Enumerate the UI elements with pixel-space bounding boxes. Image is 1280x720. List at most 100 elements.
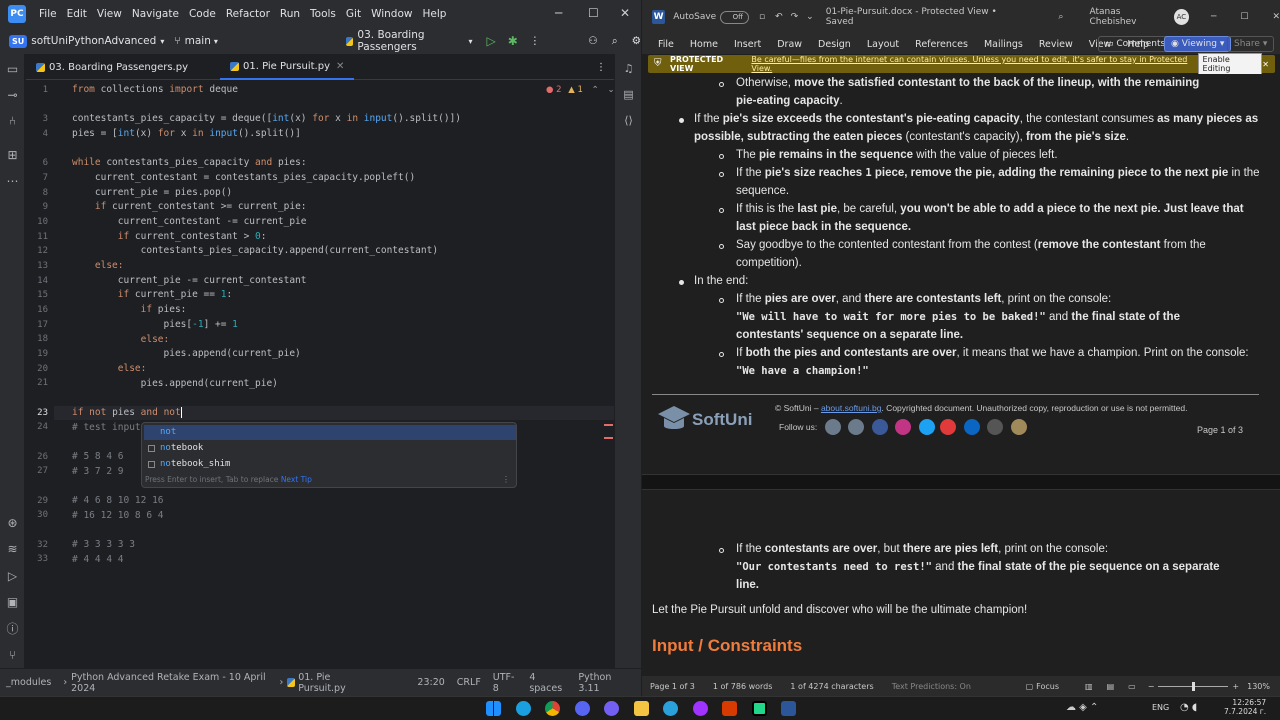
save-icon[interactable]: ▫ — [759, 12, 765, 22]
instagram-icon[interactable] — [895, 419, 911, 435]
customize-qat-icon[interactable]: ⌄ — [806, 12, 814, 22]
structure-icon[interactable]: ⊞ — [5, 148, 20, 163]
line-number[interactable]: 27 — [24, 466, 48, 476]
line-number[interactable]: 11 — [24, 232, 48, 242]
maximize-icon[interactable]: ☐ — [588, 6, 599, 20]
read-mode-icon[interactable]: ▥ — [1085, 682, 1093, 691]
avatar[interactable]: AC — [1173, 9, 1189, 25]
problems-icon[interactable]: ⓘ — [5, 622, 20, 637]
telegram-icon[interactable] — [663, 701, 678, 716]
text-predictions[interactable]: Text Predictions: On — [892, 682, 971, 691]
ribbon-tab-design[interactable]: Design — [810, 39, 859, 50]
start-windows-icon[interactable] — [486, 701, 501, 716]
pull-requests-icon[interactable]: ⑃ — [5, 114, 20, 129]
viber-icon[interactable] — [604, 701, 619, 716]
breadcrumb-modules[interactable]: _modules — [6, 677, 51, 688]
python-packages-icon[interactable]: ⊛ — [5, 516, 20, 531]
minimize-icon[interactable]: ─ — [555, 6, 562, 20]
breadcrumb-folder[interactable]: Python Advanced Retake Exam - 10 April 2… — [71, 672, 267, 694]
search-icon[interactable]: ⌕ — [1058, 12, 1063, 22]
file-explorer-icon[interactable] — [634, 701, 649, 716]
file-encoding[interactable]: UTF-8 — [493, 672, 518, 694]
more-icon[interactable]: ⋮ — [530, 35, 541, 47]
redo-icon[interactable]: ↷ — [791, 12, 799, 22]
page-count[interactable]: Page 1 of 3 — [650, 682, 695, 691]
menu-window[interactable]: Window — [366, 8, 417, 20]
clock[interactable]: 12:26:57 7.7.2024 г. — [1224, 698, 1266, 716]
menu-run[interactable]: Run — [275, 8, 305, 20]
layers-icon[interactable]: ≋ — [5, 542, 20, 557]
menu-file[interactable]: File — [34, 8, 62, 20]
menu-tools[interactable]: Tools — [305, 8, 341, 20]
line-number[interactable]: 32 — [24, 540, 48, 550]
project-folder-icon[interactable]: ▭ — [5, 62, 20, 77]
menu-refactor[interactable]: Refactor — [221, 8, 275, 20]
terminal-icon[interactable]: ▣ — [5, 595, 20, 610]
ribbon-tab-draw[interactable]: Draw — [769, 39, 810, 50]
line-number[interactable]: 13 — [24, 261, 48, 271]
tab-boarding-passengers[interactable]: 03. Boarding Passengers.py — [26, 56, 198, 80]
line-number[interactable]: 24 — [24, 422, 48, 432]
line-number[interactable]: 29 — [24, 496, 48, 506]
line-number[interactable]: 12 — [24, 246, 48, 256]
menu-edit[interactable]: Edit — [62, 8, 92, 20]
python-interpreter[interactable]: Python 3.11 — [578, 672, 629, 694]
branch-selector[interactable]: main — [185, 35, 211, 47]
zoom-in-icon[interactable]: + — [1232, 682, 1239, 691]
ai-assistant-icon[interactable]: ⟨⟩ — [621, 114, 636, 129]
more-icon[interactable]: ⋮ — [502, 475, 510, 484]
language-indicator[interactable]: ENG — [1152, 703, 1169, 712]
menu-code[interactable]: Code — [184, 8, 221, 20]
settings-gear-icon[interactable]: ⚙ — [632, 35, 641, 47]
close-icon[interactable]: ✕ — [620, 6, 630, 20]
run-tool-icon[interactable]: ▷ — [5, 569, 20, 584]
twitter-icon[interactable] — [919, 419, 935, 435]
social-icon[interactable] — [848, 419, 864, 435]
menu-help[interactable]: Help — [417, 8, 451, 20]
line-number[interactable]: 30 — [24, 510, 48, 520]
menu-navigate[interactable]: Navigate — [127, 8, 184, 20]
comments-button[interactable]: ▭ Comments — [1098, 36, 1173, 52]
ribbon-tab-file[interactable]: File — [650, 39, 682, 50]
line-separator[interactable]: CRLF — [457, 677, 481, 688]
line-number[interactable]: 7 — [24, 173, 48, 183]
autosave-toggle[interactable]: Off — [720, 10, 749, 24]
tab-pie-pursuit[interactable]: 01. Pie Pursuit.py ✕ — [220, 55, 355, 80]
line-number[interactable]: 26 — [24, 452, 48, 462]
caret-position[interactable]: 23:20 — [417, 677, 444, 688]
search-icon[interactable]: ⌕ — [612, 35, 618, 48]
git-icon[interactable]: ⑂ — [5, 648, 20, 663]
line-number[interactable]: 18 — [24, 334, 48, 344]
chrome-icon[interactable] — [545, 701, 560, 716]
close-icon[interactable]: ✕ — [1262, 60, 1269, 69]
database-icon[interactable]: ▤ — [621, 88, 636, 103]
run-icon[interactable]: ▷ — [486, 34, 495, 48]
wifi-volume-icons[interactable]: ◔ ◖ — [1180, 702, 1197, 713]
powerpoint-icon[interactable] — [722, 701, 737, 716]
error-stripe-marker[interactable] — [604, 437, 613, 439]
close-tab-icon[interactable]: ✕ — [336, 55, 344, 79]
linkedin-icon[interactable] — [964, 419, 980, 435]
softuni-social-icon[interactable] — [825, 419, 841, 435]
zoom-out-icon[interactable]: − — [1148, 682, 1155, 691]
blog-icon[interactable] — [1011, 419, 1027, 435]
line-number[interactable]: 3 — [24, 114, 48, 124]
line-number[interactable]: 23 — [24, 408, 48, 418]
zoom-level[interactable]: 130% — [1247, 682, 1270, 691]
char-count[interactable]: 1 of 4274 characters — [790, 682, 873, 691]
line-number[interactable]: 20 — [24, 364, 48, 374]
close-icon[interactable]: ✕ — [1272, 12, 1280, 22]
menu-git[interactable]: Git — [341, 8, 366, 20]
word-count[interactable]: 1 of 786 words — [713, 682, 773, 691]
facebook-icon[interactable] — [872, 419, 888, 435]
menu-view[interactable]: View — [92, 8, 127, 20]
line-number[interactable]: 16 — [24, 305, 48, 315]
more-tools-icon[interactable]: ⋯ — [5, 174, 20, 189]
line-number[interactable]: 17 — [24, 320, 48, 330]
line-number[interactable]: 10 — [24, 217, 48, 227]
document-canvas[interactable]: Otherwise, move the satisfied contestant… — [642, 74, 1280, 676]
zoom-slider-thumb[interactable] — [1192, 681, 1196, 691]
pycharm-taskbar-icon[interactable] — [752, 701, 767, 716]
share-button[interactable]: Share ▾ — [1227, 36, 1275, 52]
add-user-icon[interactable]: ⚇ — [588, 35, 597, 47]
